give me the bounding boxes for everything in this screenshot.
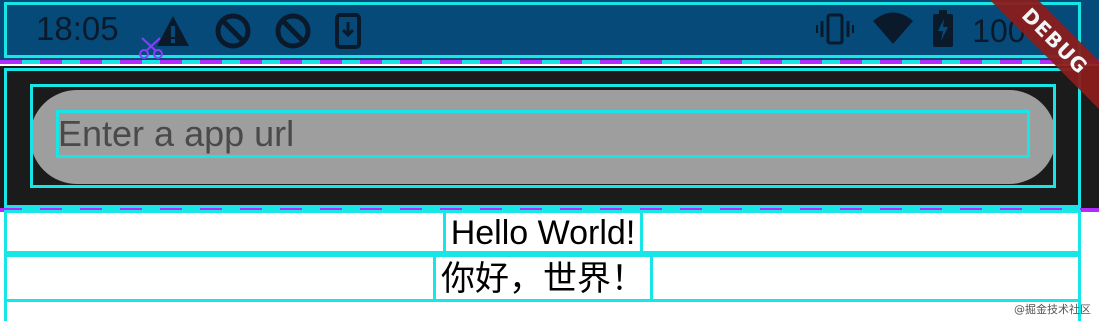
status-bar: 18:05 100% [0,0,1099,64]
battery-icon [932,10,954,52]
no-entry-icon [275,13,311,53]
content-row [4,302,1081,321]
app-bar [0,66,1099,208]
watermark: @掘金技术社区 [1014,303,1091,316]
url-input[interactable] [58,110,1018,158]
hello-world-text: Hello World! [443,210,643,254]
hello-world-chinese-text: 你好，世界！ [433,254,653,302]
status-time: 18:05 [36,10,119,47]
vibrate-icon [816,12,855,50]
no-entry-icon [215,13,251,53]
download-icon [335,13,361,53]
wifi-icon [872,12,914,50]
status-icons-left [155,13,361,53]
debug-dash-line [0,60,1099,64]
